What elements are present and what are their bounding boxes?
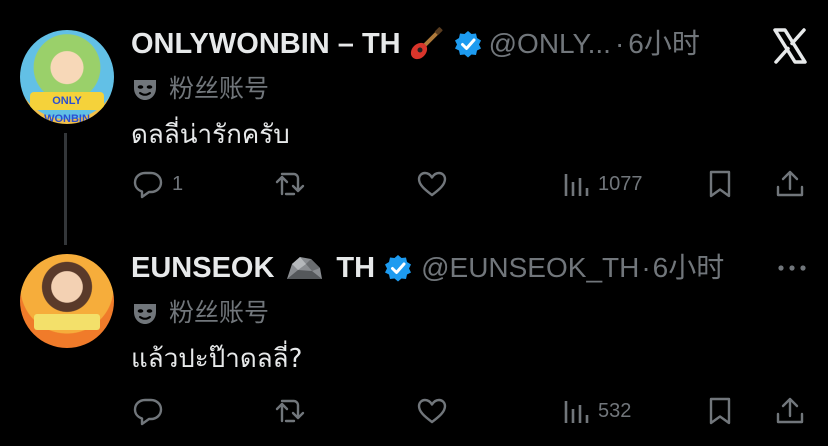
- retweet-button[interactable]: [274, 395, 306, 427]
- handle[interactable]: @ONLY...: [489, 27, 611, 61]
- avatar-badge: [34, 314, 100, 330]
- account-label: 粉丝账号: [169, 74, 270, 103]
- x-logo-icon[interactable]: [770, 26, 810, 66]
- like-button[interactable]: [416, 168, 448, 200]
- display-name[interactable]: EUNSEOK: [131, 251, 274, 285]
- heart-icon: [416, 395, 448, 427]
- share-button[interactable]: [774, 168, 806, 200]
- reply-button[interactable]: [132, 395, 164, 427]
- action-bar: 1 1077: [132, 168, 812, 204]
- display-name-suffix[interactable]: TH: [336, 251, 375, 285]
- bookmark-button[interactable]: [704, 395, 736, 427]
- views-count: 532: [598, 400, 632, 422]
- guitar-icon: [409, 27, 443, 61]
- retweet-icon: [274, 395, 306, 427]
- avatar[interactable]: ONLY WONBIN: [20, 30, 114, 124]
- separator: ·: [641, 252, 651, 283]
- display-name[interactable]: ONLYWONBIN – TH: [131, 27, 401, 61]
- timestamp[interactable]: 6小时: [628, 27, 700, 61]
- heart-icon: [416, 168, 448, 200]
- post-header: EUNSEOK TH @EUNSEOK_TH · 6小时: [131, 251, 724, 285]
- bookmark-icon: [704, 395, 736, 427]
- views-chart-icon: [562, 168, 590, 200]
- thread-line: [64, 133, 67, 245]
- verified-badge-icon[interactable]: [453, 29, 483, 59]
- reply-icon: [132, 168, 164, 200]
- account-label-row: 粉丝账号: [131, 296, 269, 330]
- mask-icon: [131, 75, 159, 103]
- post-text: แล้วปะป๊าดลลี่?: [131, 344, 303, 374]
- more-dots-icon[interactable]: [776, 258, 808, 278]
- handle[interactable]: @EUNSEOK_TH: [421, 251, 639, 285]
- post-text: ดลลี่น่ารักครับ: [131, 120, 290, 150]
- avatar-label: ONLY WONBIN: [30, 92, 104, 124]
- verified-badge-icon[interactable]: [383, 253, 413, 283]
- share-button[interactable]: [774, 395, 806, 427]
- reply-icon: [132, 395, 164, 427]
- views-count: 1077: [598, 173, 643, 195]
- timestamp[interactable]: 6小时: [653, 251, 725, 285]
- rock-icon: [284, 252, 324, 284]
- account-label: 粉丝账号: [169, 298, 270, 327]
- bookmark-button[interactable]: [704, 168, 736, 200]
- retweet-button[interactable]: [274, 168, 306, 200]
- action-bar: 532: [132, 395, 812, 431]
- account-label-row: 粉丝账号: [131, 72, 269, 106]
- reply-button[interactable]: 1: [132, 168, 183, 200]
- post-header: ONLYWONBIN – TH @ONLY... · 6小时: [131, 27, 700, 61]
- bookmark-icon: [704, 168, 736, 200]
- reply-count: 1: [172, 173, 184, 195]
- views-button[interactable]: 1077: [562, 168, 643, 200]
- share-icon: [774, 395, 806, 427]
- avatar[interactable]: [20, 254, 114, 348]
- mask-icon: [131, 299, 159, 327]
- like-button[interactable]: [416, 395, 448, 427]
- retweet-icon: [274, 168, 306, 200]
- views-chart-icon: [562, 395, 590, 427]
- separator: ·: [614, 28, 625, 59]
- share-icon: [774, 168, 806, 200]
- views-button[interactable]: 532: [562, 395, 631, 427]
